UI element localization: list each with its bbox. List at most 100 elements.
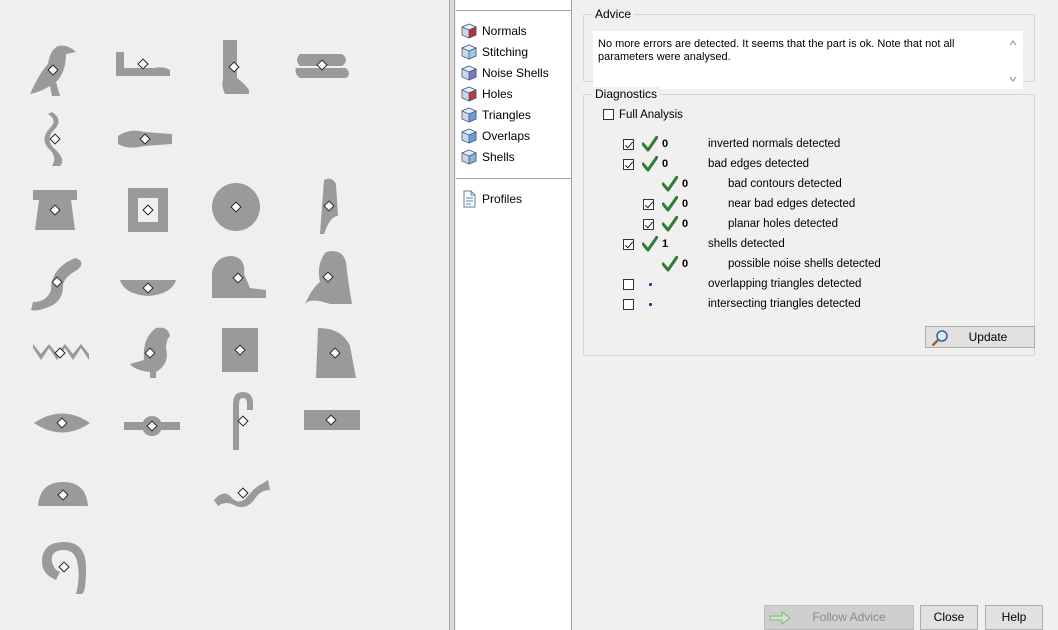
full-analysis-checkbox[interactable] — [603, 109, 614, 120]
update-button-label: Update — [968, 330, 1008, 344]
advice-scrollbar[interactable] — [1007, 37, 1019, 85]
diagnostic-label: possible noise shells detected — [728, 258, 881, 270]
reed-leaf-hieroglyph-part[interactable] — [316, 176, 340, 236]
diagnostic-label: inverted normals detected — [708, 138, 841, 150]
splitter-handle[interactable] — [449, 0, 455, 630]
courtyard-hieroglyph-part[interactable] — [126, 186, 170, 234]
crook-hieroglyph-part[interactable] — [229, 390, 257, 452]
diagnostic-checkbox[interactable] — [643, 199, 654, 210]
noise-shells-cube-icon — [460, 65, 478, 81]
category-item-label: Profiles — [482, 192, 523, 206]
advice-textbox[interactable]: No more errors are detected. It seems th… — [593, 31, 1023, 89]
diagnostic-checkbox[interactable] — [623, 159, 634, 170]
hobble-hieroglyph-part[interactable] — [292, 50, 352, 80]
placenta-disk-hieroglyph-part[interactable] — [211, 182, 261, 232]
advice-group-title: Advice — [592, 7, 635, 21]
checkmark-icon — [642, 136, 658, 152]
diagnostic-label: overlapping triangles detected — [708, 278, 862, 290]
hand-hieroglyph-part[interactable] — [114, 126, 176, 152]
category-item-normals[interactable]: Normals — [460, 21, 527, 41]
category-item-label: Overlaps — [482, 129, 531, 143]
checkmark-icon — [662, 176, 678, 192]
diagnostics-group-title: Diagnostics — [592, 87, 661, 101]
shells-cube-icon — [460, 149, 478, 165]
help-button[interactable]: Help — [985, 605, 1043, 630]
diagnostic-label: intersecting triangles detected — [708, 298, 861, 310]
category-item-noise-shells[interactable]: Noise Shells — [460, 63, 549, 83]
magnifier-icon — [931, 330, 948, 347]
diagnostic-checkbox[interactable] — [623, 279, 634, 290]
stool-hieroglyph-part[interactable] — [31, 186, 79, 234]
normals-cube-icon — [460, 23, 478, 39]
diagnostic-checkbox[interactable] — [623, 139, 634, 150]
diagnostic-label: planar holes detected — [728, 218, 838, 230]
fix-wizard-panel: Advice No more errors are detected. It s… — [573, 0, 1058, 630]
scroll-down-icon — [1009, 76, 1017, 82]
pending-dot-icon — [649, 303, 652, 306]
category-item-label: Holes — [482, 87, 513, 101]
category-item-overlaps[interactable]: Overlaps — [460, 126, 530, 146]
diagnostic-label: near bad edges detected — [728, 198, 856, 210]
bread-loaf-hieroglyph-part[interactable] — [36, 480, 90, 508]
checkmark-icon — [642, 156, 658, 172]
category-item-label: Triangles — [482, 108, 531, 122]
checkmark-icon — [662, 216, 678, 232]
checkmark-icon — [642, 236, 658, 252]
category-item-triangles[interactable]: Triangles — [460, 105, 531, 125]
checkmark-icon — [662, 256, 678, 272]
stitching-cube-icon — [460, 44, 478, 60]
holes-cube-icon — [460, 86, 478, 102]
arm-hieroglyph-part[interactable] — [114, 48, 172, 80]
list-separator — [456, 178, 571, 179]
lion-hieroglyph-part[interactable] — [206, 252, 268, 302]
diagnostic-checkbox[interactable] — [623, 299, 634, 310]
quail-chick-hieroglyph-part[interactable] — [126, 324, 174, 380]
diagnostic-count: 0 — [682, 178, 689, 190]
diagnostic-label: shells detected — [708, 238, 785, 250]
pending-dot-icon — [649, 283, 652, 286]
advice-group: Advice No more errors are detected. It s… — [583, 7, 1035, 89]
category-item-profiles[interactable]: Profiles — [460, 189, 522, 209]
tethering-rope-hieroglyph-part[interactable] — [36, 538, 92, 596]
category-item-label: Stitching — [482, 45, 529, 59]
door-plank-hieroglyph-part[interactable] — [302, 406, 360, 434]
door-bolt-hieroglyph-part[interactable] — [220, 326, 260, 374]
owl-hieroglyph-part[interactable] — [300, 248, 358, 306]
tie-knot-hieroglyph-part[interactable] — [122, 414, 182, 438]
close-button[interactable]: Close — [920, 605, 978, 630]
full-analysis-label: Full Analysis — [619, 109, 683, 121]
diagnostics-category-list: Normals Stitching Noise Shells Holes Triangl… — [456, 0, 572, 630]
category-item-holes[interactable]: Holes — [460, 84, 513, 104]
list-top-border — [456, 10, 571, 11]
category-item-label: Noise Shells — [482, 66, 549, 80]
water-ripple-hieroglyph-part[interactable] — [31, 342, 89, 364]
triangles-cube-icon — [460, 107, 478, 123]
diagnostic-label: bad edges detected — [708, 158, 810, 170]
follow-advice-button[interactable]: Follow Advice — [764, 605, 914, 630]
follow-advice-label: Follow Advice — [812, 610, 886, 624]
diagnostics-group: Diagnostics Full Analysis 0 inverted norm… — [583, 87, 1035, 356]
advice-text: No more errors are detected. It seems th… — [598, 38, 955, 63]
category-item-stitching[interactable]: Stitching — [460, 42, 528, 62]
diagnostic-count: 0 — [682, 258, 689, 270]
diagnostic-checkbox[interactable] — [643, 219, 654, 230]
diagnostic-checkbox[interactable] — [623, 239, 634, 250]
scroll-up-icon — [1009, 40, 1017, 46]
horned-viper-hieroglyph-part[interactable] — [212, 476, 272, 510]
diagnostic-count: 0 — [682, 198, 689, 210]
twisted-flax-hieroglyph-part[interactable] — [40, 110, 70, 168]
3d-viewport[interactable] — [0, 0, 449, 630]
update-button[interactable]: Update — [925, 326, 1035, 348]
basket-hieroglyph-part[interactable] — [118, 276, 178, 298]
cobra-hieroglyph-part[interactable] — [27, 252, 87, 312]
vulture-hieroglyph-part[interactable] — [26, 42, 80, 98]
leg-hieroglyph-part[interactable] — [215, 38, 253, 96]
diagnostic-count: 1 — [662, 238, 669, 250]
arrow-right-icon — [769, 611, 791, 625]
hill-slope-hieroglyph-part[interactable] — [314, 326, 358, 380]
checkmark-icon — [662, 196, 678, 212]
overlaps-cube-icon — [460, 128, 478, 144]
category-item-shells[interactable]: Shells — [460, 147, 515, 167]
document-icon — [463, 190, 476, 208]
mouth-hieroglyph-part[interactable] — [32, 410, 92, 436]
